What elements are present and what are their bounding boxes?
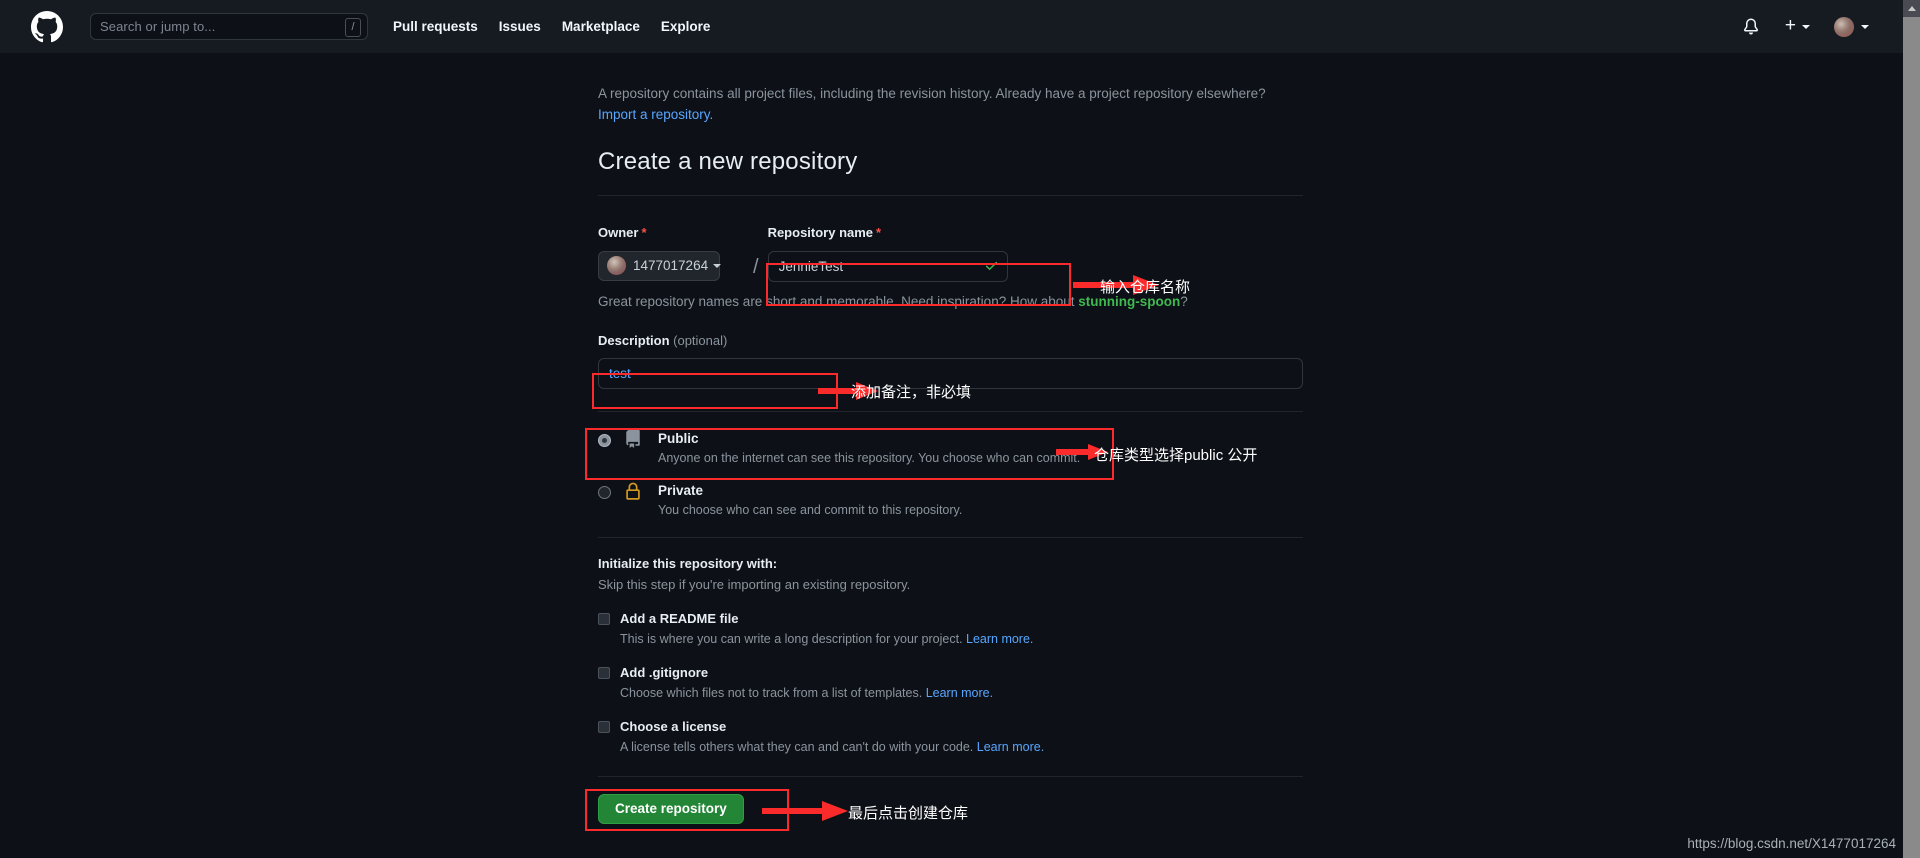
annotation-text-description: 添加备注，非必填 <box>851 384 972 401</box>
checkbox-subtitle-text: This is where you can write a long descr… <box>620 631 966 646</box>
checkbox-subtitle: A license tells others what they can and… <box>620 740 1044 754</box>
checkbox-title: Add .gitignore <box>620 664 709 680</box>
check-icon <box>984 258 999 273</box>
description-label: Description (optional) <box>598 333 1303 348</box>
radio-private[interactable] <box>598 485 611 499</box>
page-body: A repository contains all project files,… <box>0 53 1903 858</box>
search-input[interactable]: Search or jump to... / <box>90 13 368 40</box>
scrollbar-up-button[interactable] <box>1903 0 1920 17</box>
repository-name-input[interactable] <box>767 250 1008 282</box>
checkbox-title: Add a README file <box>620 610 739 626</box>
create-new-menu[interactable]: + <box>1784 15 1810 36</box>
checkbox-title: Choose a license <box>620 718 727 734</box>
description-optional-text: (optional) <box>673 332 728 348</box>
watermark-url: https://blog.csdn.net/X1477017264 <box>1687 836 1896 851</box>
owner-select-button[interactable]: 1477017264 <box>598 250 722 281</box>
primary-nav: Pull requests Issues Marketplace Explore <box>393 19 710 34</box>
annotation-arrow-submit <box>762 800 848 822</box>
repository-name-hint: Great repository names are short and mem… <box>598 294 1303 309</box>
bell-icon[interactable] <box>1743 18 1759 35</box>
visibility-private-subtitle: You choose who can see and commit to thi… <box>658 502 963 517</box>
visibility-public-title: Public <box>658 430 699 446</box>
required-asterisk: * <box>876 224 882 240</box>
nav-explore[interactable]: Explore <box>661 19 711 34</box>
annotation-text-repo-name: 输入仓库名称 <box>1100 279 1191 296</box>
annotation-text-submit: 最后点击创建仓库 <box>848 805 969 822</box>
checkbox-input[interactable] <box>598 612 610 625</box>
chevron-down-icon <box>1802 24 1810 29</box>
annotation-text-visibility: 仓库类型选择public 公开 <box>1094 447 1258 464</box>
visibility-public-subtitle: Anyone on the internet can see this repo… <box>658 450 1081 465</box>
chevron-down-icon <box>713 263 722 268</box>
required-asterisk: * <box>641 224 647 240</box>
vertical-scrollbar[interactable] <box>1903 0 1920 858</box>
visibility-public-text: Public Anyone on the internet can see th… <box>658 430 1080 465</box>
hint-prefix: Great repository names are short and mem… <box>598 293 1079 309</box>
plus-icon: + <box>1784 15 1796 36</box>
checkbox-subtitle-text: A license tells others what they can and… <box>620 739 977 754</box>
visibility-private-text: Private You choose who can see and commi… <box>658 482 962 517</box>
owner-name-separator: / <box>753 255 759 278</box>
search-placeholder: Search or jump to... <box>100 19 216 34</box>
checkbox-subtitle-text: Choose which files not to track from a l… <box>620 685 926 700</box>
learn-more-link[interactable]: Learn more. <box>926 686 993 700</box>
new-repository-form: A repository contains all project files,… <box>598 53 1303 824</box>
checkbox-add-gitignore[interactable]: Add .gitignore Choose which files not to… <box>598 664 1303 700</box>
divider <box>598 194 1303 196</box>
nav-issues[interactable]: Issues <box>499 19 541 34</box>
divider <box>598 536 1303 538</box>
chevron-up-icon <box>1907 6 1916 11</box>
divider <box>598 410 1303 412</box>
checkbox-choose-license[interactable]: Choose a license A license tells others … <box>598 718 1303 754</box>
owner-label-text: Owner <box>598 224 639 240</box>
radio-public[interactable] <box>598 433 611 447</box>
checkbox-input[interactable] <box>598 666 610 679</box>
checkbox-subtitle: This is where you can write a long descr… <box>620 632 1033 646</box>
learn-more-link[interactable]: Learn more. <box>966 632 1033 646</box>
checkbox-body: Add a README file This is where you can … <box>620 610 1033 646</box>
checkbox-body: Add .gitignore Choose which files not to… <box>620 664 993 700</box>
initialize-heading: Initialize this repository with: <box>598 555 778 571</box>
repository-intro: A repository contains all project files,… <box>598 84 1303 126</box>
divider <box>598 775 1303 777</box>
checkbox-input[interactable] <box>598 720 610 733</box>
chevron-down-icon <box>1861 24 1869 29</box>
owner-avatar <box>607 256 626 276</box>
user-menu[interactable] <box>1834 16 1869 37</box>
checkbox-subtitle: Choose which files not to track from a l… <box>620 686 993 700</box>
checkbox-add-readme[interactable]: Add a README file This is where you can … <box>598 610 1303 646</box>
visibility-options: Public Anyone on the internet can see th… <box>598 429 1303 517</box>
intro-text: A repository contains all project files,… <box>598 86 1266 101</box>
repository-name-label-text: Repository name <box>767 224 874 240</box>
initialize-subheading: Skip this step if you're importing an ex… <box>598 576 911 592</box>
repository-name-field: Repository name * <box>767 225 1008 282</box>
lock-icon <box>624 482 646 500</box>
header-right-actions: + <box>1743 0 1869 53</box>
github-logo-icon[interactable] <box>31 10 63 43</box>
visibility-private-title: Private <box>658 482 704 498</box>
repository-name-label: Repository name * <box>768 225 1008 240</box>
visibility-option-private[interactable]: Private You choose who can see and commi… <box>598 482 1303 517</box>
learn-more-link[interactable]: Learn more. <box>977 740 1044 754</box>
description-label-text: Description <box>598 332 670 348</box>
owner-name-value: 1477017264 <box>633 258 709 274</box>
import-repository-link[interactable]: Import a repository. <box>598 107 713 122</box>
repository-name-input-wrap <box>767 250 1008 282</box>
owner-label: Owner * <box>598 225 744 240</box>
search-shortcut-key: / <box>345 18 361 37</box>
owner-and-name-row: Owner * 1477017264 / Repository name * <box>598 225 1303 282</box>
global-header: Search or jump to... / Pull requests Iss… <box>0 0 1903 53</box>
repo-book-icon <box>624 429 646 448</box>
avatar <box>1834 16 1854 37</box>
create-repository-button[interactable]: Create repository <box>598 793 744 824</box>
page-title: Create a new repository <box>598 147 858 175</box>
owner-field: Owner * 1477017264 <box>598 225 744 282</box>
checkbox-body: Choose a license A license tells others … <box>620 718 1044 754</box>
nav-pull-requests[interactable]: Pull requests <box>393 19 478 34</box>
nav-marketplace[interactable]: Marketplace <box>562 19 640 34</box>
